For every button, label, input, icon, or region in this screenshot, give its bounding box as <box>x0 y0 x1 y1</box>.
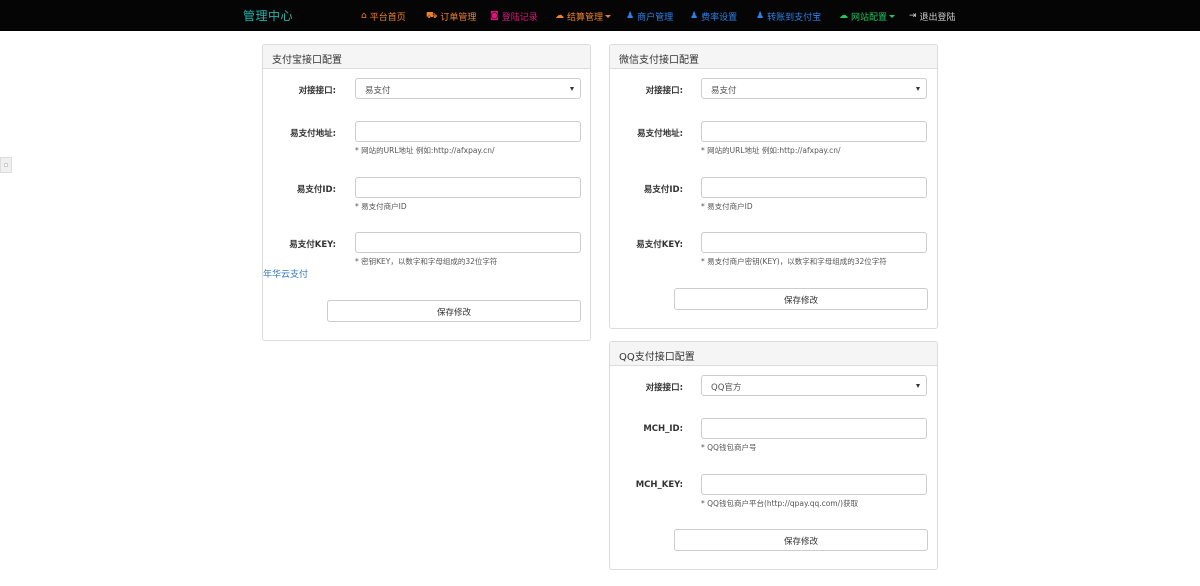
chevron-down-icon <box>889 14 896 18</box>
nav-item-label: 商户管理 <box>637 12 674 23</box>
save-button[interactable]: 保存修改 <box>674 288 928 310</box>
nav-item-label: 费率设置 <box>701 12 738 23</box>
interface-label: 对接接口: <box>645 86 683 96</box>
nav-item-label: 转账到支付宝 <box>767 12 822 23</box>
id-label: 易支付ID: <box>296 185 336 195</box>
mch-key-label: MCH_KEY: <box>635 480 683 490</box>
id-input[interactable] <box>701 177 927 198</box>
nav-item-label: 订单管理 <box>440 12 477 23</box>
user-icon: ♟ <box>756 10 765 21</box>
panel-title: QQ支付接口配置 <box>610 342 937 366</box>
nav-item-home[interactable]: ⌂ 平台首页 <box>361 10 406 23</box>
interface-select-value: QQ官方 <box>711 383 742 393</box>
nav-item-login-records[interactable]: ◙ 登陆记录 <box>490 10 538 23</box>
interface-label: 对接接口: <box>645 383 683 393</box>
cloud-icon: ☁ <box>555 10 564 21</box>
id-help-text: * 易支付商户ID <box>355 202 407 211</box>
interface-select[interactable]: 易支付 <box>701 78 927 99</box>
nav-item-orders[interactable]: ⛟ 订单管理 <box>426 10 477 23</box>
nav-item-merchants[interactable]: ♟ 商户管理 <box>626 10 674 23</box>
nav-item-site-config[interactable]: ☁ 网站配置 <box>839 10 896 23</box>
interface-select[interactable]: 易支付 <box>355 78 581 99</box>
qq-config-panel: QQ支付接口配置 对接接口: QQ官方 MCH_ID: * QQ钱包商户号 MC… <box>609 341 938 570</box>
interface-select-value: 易支付 <box>711 86 737 96</box>
interface-select[interactable]: QQ官方 <box>701 375 927 396</box>
nav-item-settlement[interactable]: ☁ 结算管理 <box>555 10 612 23</box>
user-icon: ♟ <box>626 10 635 21</box>
user-icon: ♟ <box>690 10 699 21</box>
nav-item-label: 登陆记录 <box>501 12 538 23</box>
mch-id-help-text: * QQ钱包商户号 <box>701 443 757 452</box>
panel-title: 微信支付接口配置 <box>610 45 937 69</box>
wechat-config-panel: 微信支付接口配置 对接接口: 易支付 易支付地址: * 网站的URL地址 例如:… <box>609 44 938 329</box>
provider-link[interactable]: 年华云支付 <box>263 267 308 280</box>
chevron-down-icon <box>605 14 612 18</box>
url-label: 易支付地址: <box>290 129 336 139</box>
cloud-icon: ☁ <box>839 10 848 21</box>
side-toggle-tab[interactable] <box>0 157 12 173</box>
id-label: 易支付ID: <box>643 185 683 195</box>
nav-item-label: 退出登陆 <box>919 12 956 23</box>
url-label: 易支付地址: <box>637 129 683 139</box>
key-input[interactable] <box>355 232 581 253</box>
interface-label: 对接接口: <box>298 86 336 96</box>
panel-title: 支付宝接口配置 <box>263 45 590 69</box>
mch-key-input[interactable] <box>701 474 927 495</box>
url-help-text: * 网站的URL地址 例如:http://afxpay.cn/ <box>355 146 495 155</box>
home-icon: ⌂ <box>361 10 367 21</box>
nav-item-transfer-alipay[interactable]: ♟ 转账到支付宝 <box>756 10 822 23</box>
camera-icon: ◙ <box>490 10 499 21</box>
url-input[interactable] <box>701 121 927 142</box>
key-label: 易支付KEY: <box>636 240 683 250</box>
id-input[interactable] <box>355 177 581 198</box>
nav-item-label: 平台首页 <box>369 12 406 23</box>
alipay-config-panel: 支付宝接口配置 对接接口: 易支付 易支付地址: * 网站的URL地址 例如:h… <box>262 44 591 341</box>
logout-icon: ⇥ <box>909 10 917 21</box>
cart-icon: ⛟ <box>426 10 438 21</box>
mch-id-input[interactable] <box>701 418 927 439</box>
nav-item-rate-settings[interactable]: ♟ 费率设置 <box>690 10 738 23</box>
key-label: 易支付KEY: <box>289 240 336 250</box>
side-toggle-icon <box>4 163 8 167</box>
url-input[interactable] <box>355 121 581 142</box>
key-help-text: * 易支付商户密钥(KEY)，以数字和字母组成的32位字符 <box>701 257 887 266</box>
key-input[interactable] <box>701 232 927 253</box>
mch-id-label: MCH_ID: <box>643 424 683 434</box>
nav-item-logout[interactable]: ⇥ 退出登陆 <box>909 10 956 23</box>
nav-item-label: 结算管理 <box>567 12 604 23</box>
nav-item-label: 网站配置 <box>851 12 888 23</box>
id-help-text: * 易支付商户ID <box>701 202 753 211</box>
brand-title[interactable]: 管理中心 <box>243 7 293 24</box>
mch-key-help-text: * QQ钱包商户平台(http://qpay.qq.com/)获取 <box>701 499 859 508</box>
save-button[interactable]: 保存修改 <box>327 300 581 322</box>
save-button[interactable]: 保存修改 <box>674 529 928 551</box>
key-help-text: * 密钥KEY，以数字和字母组成的32位字符 <box>355 257 498 266</box>
interface-select-value: 易支付 <box>365 86 391 96</box>
url-help-text: * 网站的URL地址 例如:http://afxpay.cn/ <box>701 146 841 155</box>
top-navbar: 管理中心 ⌂ 平台首页 ⛟ 订单管理 ◙ 登陆记录 ☁ 结算管理 ♟ 商户管理 … <box>0 0 1200 31</box>
